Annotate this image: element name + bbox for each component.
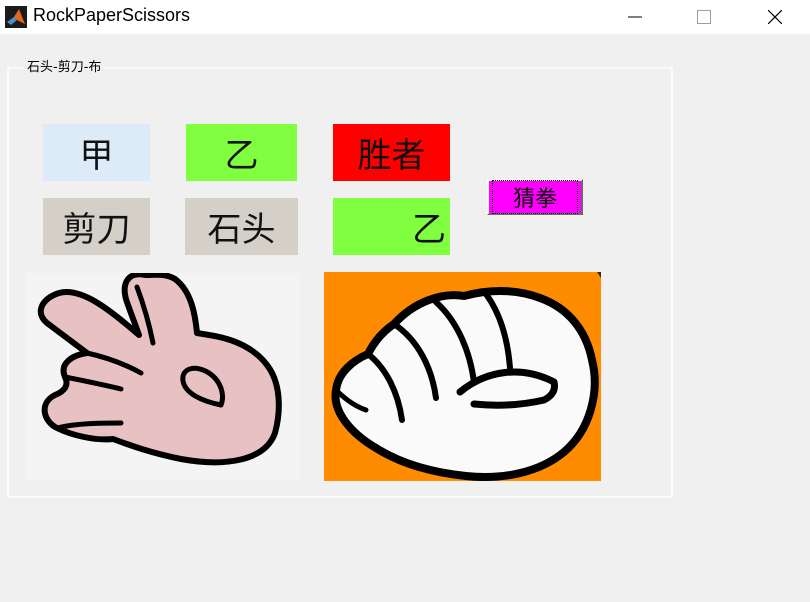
player-a-choice: 剪刀 [43, 198, 150, 255]
guess-button-label: 猜拳 [491, 180, 579, 214]
scissors-hand-icon [37, 273, 282, 466]
player-b-hand-image [324, 272, 601, 481]
winner-value: 乙 [333, 198, 450, 255]
maximize-button[interactable] [681, 0, 727, 34]
minimize-button[interactable] [612, 0, 658, 34]
close-icon [768, 10, 782, 24]
panel-title: 石头-剪刀-布 [24, 56, 105, 75]
minimize-icon [628, 16, 642, 18]
guess-button[interactable]: 猜拳 [487, 179, 583, 215]
maximize-icon [697, 10, 711, 24]
matlab-icon [5, 6, 27, 28]
window-title: RockPaperScissors [33, 5, 191, 25]
player-b-choice: 石头 [185, 198, 298, 255]
close-button[interactable] [752, 0, 798, 34]
player-a-hand-image [25, 273, 300, 480]
player-a-label: 甲 [43, 124, 150, 181]
winner-label: 胜者 [333, 124, 450, 181]
player-b-label: 乙 [186, 124, 297, 181]
rock-fist-icon [331, 272, 601, 481]
window-title-bar: RockPaperScissors [0, 0, 810, 34]
